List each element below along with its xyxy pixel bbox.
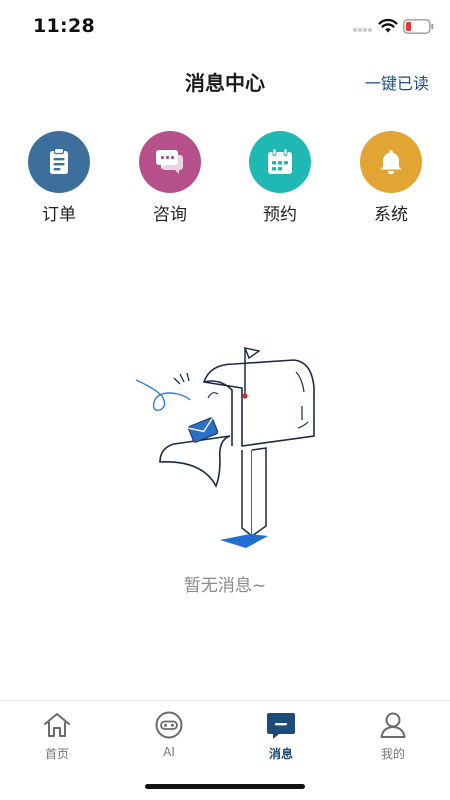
cellular-signal-icon [353, 28, 373, 34]
user-icon [380, 712, 406, 738]
tab-messages[interactable]: 消息 [241, 709, 321, 762]
tab-label: 我的 [380, 747, 405, 761]
tab-profile[interactable]: 我的 [353, 709, 433, 762]
robot-icon [155, 711, 183, 739]
mark-all-read-button[interactable]: 一键已读 [365, 70, 429, 94]
calendar-icon [249, 131, 311, 193]
clipboard-icon [28, 131, 90, 193]
category-label: 系统 [374, 205, 408, 225]
tab-ai[interactable]: AI [129, 709, 209, 759]
status-time: 11:28 [33, 15, 95, 37]
tab-label: AI [163, 745, 175, 759]
category-label: 订单 [42, 205, 76, 225]
category-label: 咨询 [153, 205, 187, 225]
message-categories: 订单 咨询 预约 系统 [0, 131, 450, 231]
home-indicator [145, 784, 305, 789]
category-orders[interactable]: 订单 [19, 131, 99, 225]
category-consultation[interactable]: 咨询 [130, 131, 210, 225]
category-appointment[interactable]: 预约 [240, 131, 320, 225]
tab-label: 消息 [268, 747, 293, 761]
home-icon [44, 713, 70, 737]
category-system[interactable]: 系统 [351, 131, 431, 225]
bell-icon [360, 131, 422, 193]
empty-state-text: 暂无消息~ [183, 576, 267, 596]
tab-home[interactable]: 首页 [17, 709, 97, 762]
chat-bubbles-icon [139, 131, 201, 193]
status-bar: 11:28 [0, 0, 450, 54]
category-label: 预约 [263, 205, 297, 225]
mailbox-illustration [135, 347, 315, 548]
wifi-icon [378, 18, 398, 33]
battery-icon [403, 19, 434, 34]
navigation-header: 消息中心 一键已读 [0, 54, 450, 106]
message-icon [267, 713, 295, 739]
tab-label: 首页 [44, 747, 69, 761]
